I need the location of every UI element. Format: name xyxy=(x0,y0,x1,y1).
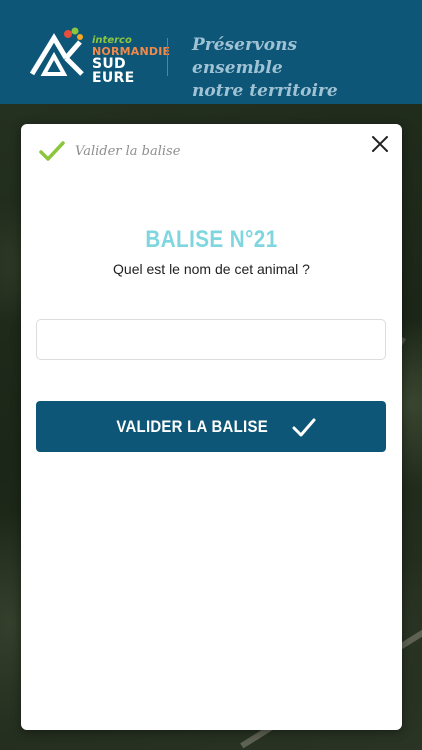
tagline-line-1: Préservons ensemble xyxy=(192,35,298,78)
check-icon xyxy=(292,418,316,436)
beacon-question: Quel est le nom de cet animal ? xyxy=(113,261,310,277)
logo-sud-eure-text: SUD EURE xyxy=(92,56,135,86)
modal-header-label: Valider la balise xyxy=(75,143,181,159)
header-tagline: Préservons ensemble notre territoire xyxy=(192,34,392,103)
validate-beacon-modal: Valider la balise BALISE N°21 Quel est l… xyxy=(21,124,402,730)
header-divider xyxy=(167,38,168,76)
tagline-line-2: notre territoire xyxy=(192,81,338,101)
check-icon xyxy=(39,141,65,161)
close-icon xyxy=(372,136,388,152)
logo-text: interco NORMANDIE SUD EURE xyxy=(92,36,170,86)
modal-header: Valider la balise xyxy=(39,138,180,164)
interco-logo: interco NORMANDIE SUD EURE xyxy=(29,26,170,86)
app-header: interco NORMANDIE SUD EURE Préservons en… xyxy=(0,0,422,104)
answer-input[interactable] xyxy=(36,319,386,360)
validate-beacon-button[interactable]: VALIDER LA BALISE xyxy=(36,401,386,452)
validate-beacon-label: VALIDER LA BALISE xyxy=(116,416,268,436)
logo-mark-icon xyxy=(29,27,84,76)
close-button[interactable] xyxy=(370,134,390,154)
beacon-title: BALISE N°21 xyxy=(145,226,278,253)
